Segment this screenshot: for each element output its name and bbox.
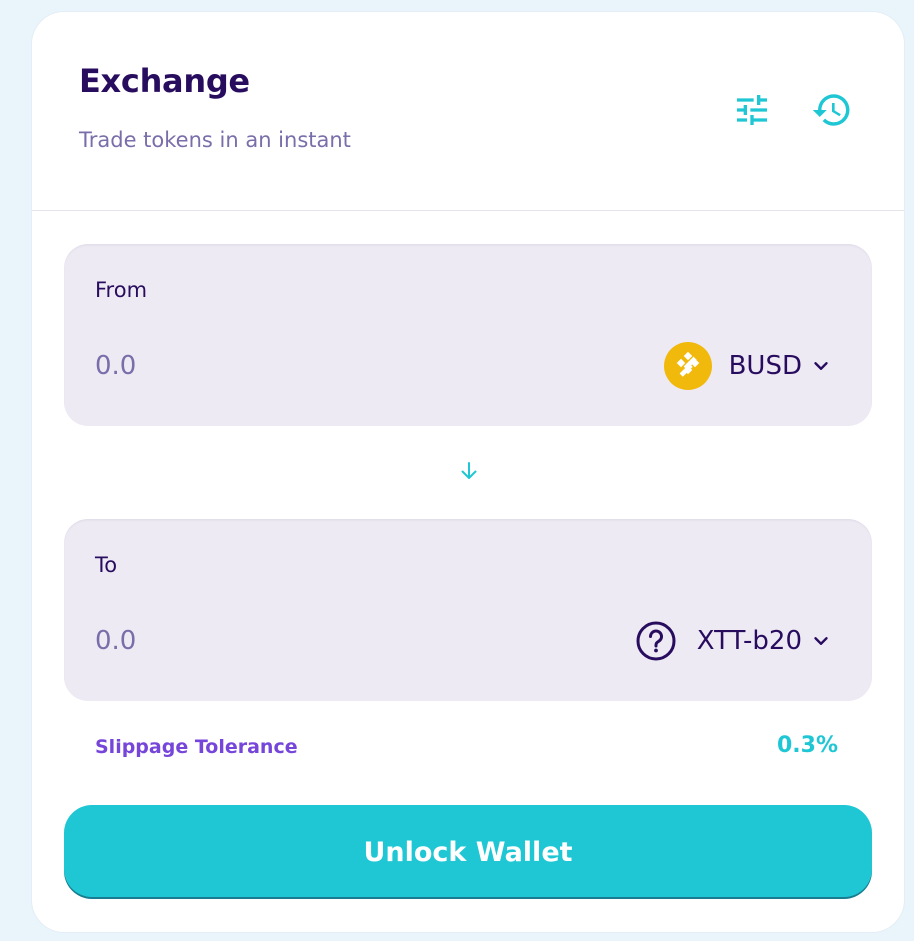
page-subtitle: Trade tokens in an instant <box>79 128 351 152</box>
to-currency-panel: To XTT-b20 <box>64 519 872 701</box>
busd-token-icon <box>663 342 712 390</box>
arrow-down-icon <box>461 462 477 479</box>
to-token-select[interactable]: XTT-b20 <box>635 613 832 669</box>
from-label: From <box>95 278 148 302</box>
chevron-down-icon <box>810 355 832 377</box>
from-currency-panel: From BUSD <box>64 244 872 426</box>
history-button[interactable] <box>810 88 854 132</box>
switch-direction-button[interactable] <box>454 456 484 486</box>
from-amount-input[interactable] <box>95 344 395 388</box>
to-token-symbol: XTT-b20 <box>696 626 802 656</box>
settings-button[interactable] <box>730 88 774 132</box>
unlock-wallet-button[interactable]: Unlock Wallet <box>64 805 872 899</box>
settings-sliders-icon <box>737 95 767 125</box>
from-token-select[interactable]: BUSD <box>663 338 832 394</box>
chevron-down-icon <box>810 630 832 652</box>
slippage-tolerance-label: Slippage Tolerance <box>95 736 298 758</box>
from-token-symbol: BUSD <box>728 351 802 381</box>
to-amount-input[interactable] <box>95 619 395 663</box>
slippage-tolerance-value[interactable]: 0.3% <box>777 733 838 758</box>
exchange-card: Exchange Trade tokens in an instant From <box>32 12 904 932</box>
history-icon <box>812 94 850 126</box>
question-circle-icon <box>635 620 677 662</box>
to-label: To <box>95 553 118 577</box>
exchange-header: Exchange Trade tokens in an instant <box>32 12 904 211</box>
page-title: Exchange <box>79 62 250 100</box>
